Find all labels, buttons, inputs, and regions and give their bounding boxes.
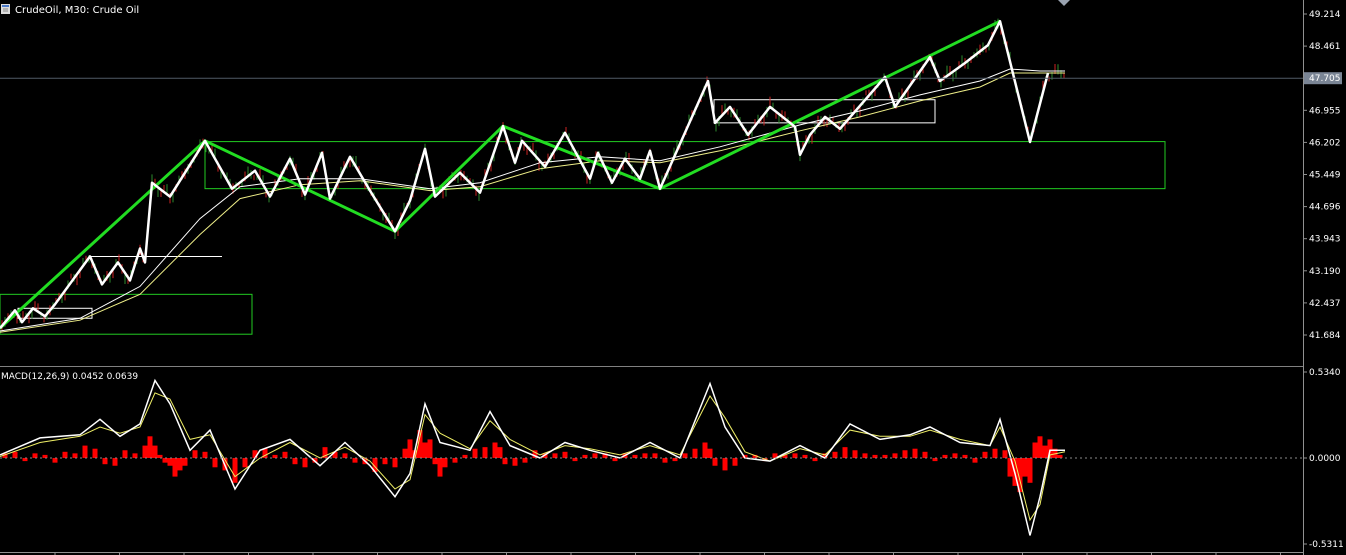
macd-histogram-bar — [182, 458, 188, 466]
chart-window[interactable]: CrudeOil, M30: Crude Oil MACD(12,26,9) 0… — [0, 0, 1346, 555]
macd-histogram-bar — [102, 458, 108, 465]
macd-histogram-bar — [952, 453, 958, 458]
macd-histogram-bar — [1027, 458, 1033, 483]
macd-histogram-bar — [242, 458, 248, 468]
macd-histogram-bar — [232, 458, 238, 483]
macd-histogram-bar — [402, 448, 408, 458]
macd-histogram-bar — [422, 442, 428, 458]
macd-histogram-bar — [682, 453, 688, 458]
macd-histogram-bar — [192, 450, 198, 458]
macd-histogram-bar — [302, 458, 308, 468]
macd-histogram-bar — [112, 458, 118, 466]
macd-histogram-bar — [1037, 436, 1043, 458]
macd-histogram-bar — [522, 458, 528, 463]
macd-histogram-bar — [1032, 442, 1038, 458]
price-tick-label: 46.955 — [1309, 106, 1341, 116]
macd-histogram-bar — [832, 451, 838, 458]
price-tick-label: 44.696 — [1309, 203, 1341, 213]
macd-histogram-bar — [1002, 450, 1008, 458]
macd-histogram-bar — [52, 458, 58, 463]
macd-tick-label: 0.0000 — [1309, 454, 1341, 464]
macd-histogram-bar — [492, 442, 498, 458]
macd-histogram-bar — [982, 451, 988, 458]
price-tick-label: 48.461 — [1309, 42, 1341, 52]
macd-histogram-bar — [432, 458, 438, 465]
macd-histogram-bar — [642, 453, 648, 458]
macd-histogram-bar — [472, 448, 478, 458]
macd-histogram-bar — [62, 451, 68, 458]
macd-histogram-bar — [177, 458, 183, 471]
macd-histogram-bar — [892, 453, 898, 458]
price-tick-label: 43.190 — [1309, 267, 1341, 277]
macd-histogram-bar — [152, 445, 158, 458]
macd-histogram-bar — [502, 458, 508, 465]
macd-histogram-bar — [172, 458, 178, 477]
macd-histogram-bar — [852, 450, 858, 458]
macd-histogram-bar — [282, 451, 288, 458]
macd-histogram-bar — [122, 450, 128, 458]
macd-histogram-bar — [552, 453, 558, 458]
chart-background — [0, 0, 1346, 555]
macd-histogram-bar — [132, 453, 138, 458]
price-tick-label: 49.214 — [1309, 10, 1341, 20]
macd-histogram-bar — [482, 447, 488, 458]
macd-histogram-bar — [512, 458, 518, 466]
macd-histogram-bar — [82, 445, 88, 458]
macd-histogram-bar — [382, 458, 388, 465]
macd-histogram-bar — [92, 448, 98, 458]
macd-histogram-bar — [592, 453, 598, 458]
macd-histogram-bar — [72, 453, 78, 458]
macd-histogram-bar — [202, 451, 208, 458]
price-tick-label: 43.943 — [1309, 235, 1341, 245]
macd-histogram-bar — [1042, 445, 1048, 458]
macd-histogram-bar — [922, 451, 928, 458]
macd-histogram-bar — [427, 439, 433, 458]
macd-histogram-bar — [652, 453, 658, 458]
macd-histogram-bar — [862, 453, 868, 458]
macd-histogram-bar — [497, 447, 503, 458]
macd-histogram-bar — [992, 448, 998, 458]
macd-tick-label: 0.5340 — [1309, 368, 1341, 378]
macd-histogram-bar — [352, 458, 358, 463]
macd-histogram-bar — [902, 450, 908, 458]
chart-window-icon — [1, 4, 10, 14]
macd-histogram-bar — [732, 458, 738, 466]
macd-histogram-bar — [662, 458, 668, 463]
macd-tick-label: -0.5311 — [1309, 540, 1344, 550]
macd-histogram-bar — [692, 448, 698, 458]
macd-histogram-bar — [292, 458, 298, 465]
macd-histogram-bar — [1022, 458, 1028, 477]
macd-histogram-bar — [407, 439, 413, 458]
macd-histogram-bar — [972, 458, 978, 463]
macd-histogram-bar — [212, 458, 218, 468]
chart-title: CrudeOil, M30: Crude Oil — [15, 5, 139, 16]
price-tick-label: 42.437 — [1309, 299, 1341, 309]
price-tick-label: 45.449 — [1309, 171, 1341, 181]
macd-histogram-bar — [442, 458, 448, 468]
macd-histogram-bar — [392, 458, 398, 468]
price-tick-label: 41.684 — [1309, 331, 1341, 341]
current-price-label: 47.705 — [1309, 74, 1341, 84]
macd-histogram-bar — [12, 451, 18, 458]
price-chart[interactable]: CrudeOil, M30: Crude Oil MACD(12,26,9) 0… — [0, 0, 1346, 555]
macd-histogram-bar — [562, 451, 568, 458]
macd-histogram-bar — [142, 445, 148, 458]
macd-histogram-bar — [32, 453, 38, 458]
macd-indicator-label: MACD(12,26,9) 0.0452 0.0639 — [1, 372, 138, 382]
macd-histogram-bar — [722, 458, 728, 471]
macd-histogram-bar — [912, 448, 918, 458]
macd-histogram-bar — [452, 458, 458, 463]
macd-histogram-bar — [707, 448, 713, 458]
macd-histogram-bar — [712, 458, 718, 466]
price-tick-label: 46.202 — [1309, 138, 1341, 148]
macd-histogram-bar — [792, 453, 798, 458]
macd-histogram-bar — [342, 453, 348, 458]
macd-histogram-bar — [162, 458, 168, 463]
macd-histogram-bar — [437, 458, 443, 477]
macd-histogram-bar — [147, 436, 153, 458]
macd-histogram-bar — [167, 458, 173, 466]
macd-histogram-bar — [702, 442, 708, 458]
macd-histogram-bar — [842, 447, 848, 458]
